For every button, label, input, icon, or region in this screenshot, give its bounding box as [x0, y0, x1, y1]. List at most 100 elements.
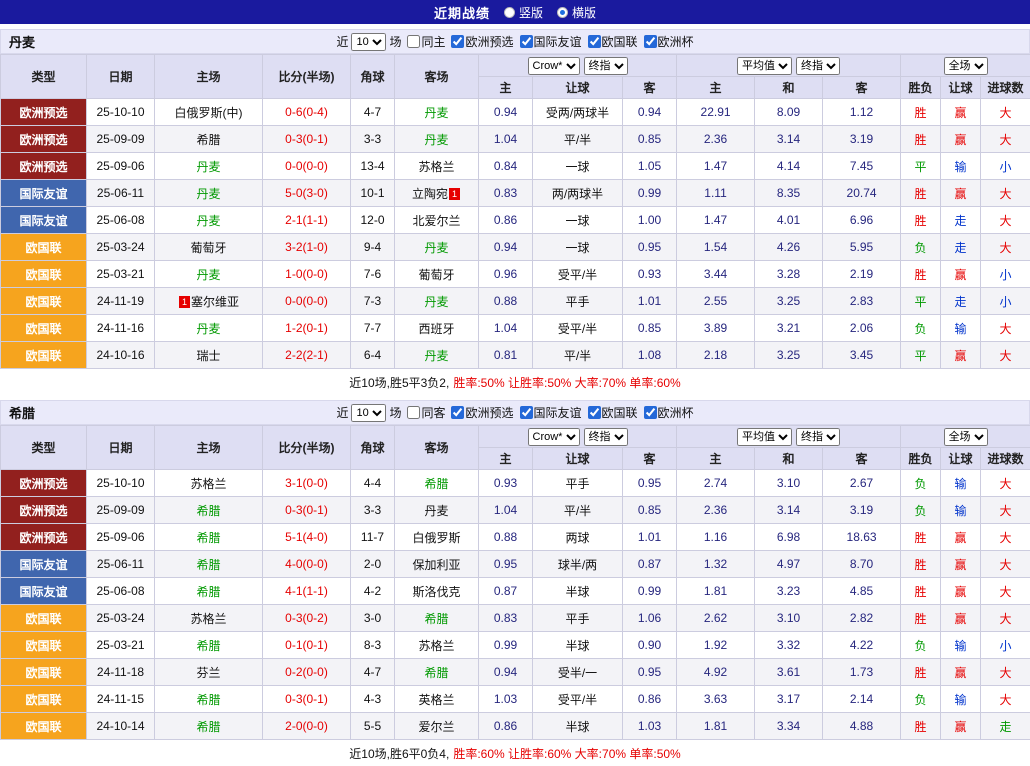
nations-league-checkbox-input[interactable]: [588, 406, 601, 419]
average-select[interactable]: 平均值: [737, 57, 792, 75]
result-handicap: 输: [941, 632, 981, 659]
same-home-checkbox-input[interactable]: [407, 35, 420, 48]
column-subheader: 主: [479, 448, 533, 470]
bookmaker-select[interactable]: Crow*: [528, 428, 580, 446]
away-team: 爱尔兰: [395, 713, 479, 740]
bookmaker-select[interactable]: Crow*: [528, 57, 580, 75]
handicap: 受平/半: [533, 315, 623, 342]
avg-away: 1.73: [823, 659, 901, 686]
away-odds: 0.86: [623, 686, 677, 713]
radio-icon: [557, 7, 568, 18]
euro-qualifier-checkbox[interactable]: 欧洲预选: [451, 33, 513, 50]
summary-record: 近10场,胜5平3负2,: [349, 376, 449, 390]
home-team-name: 希腊: [196, 585, 220, 599]
sections-container: 丹麦近10场同主欧洲预选国际友谊欧国联欧洲杯类型日期主场比分(半场)角球客场Cr…: [0, 29, 1030, 766]
same-home-checkbox[interactable]: 同主: [407, 33, 445, 50]
score: 0-3(0-1): [263, 126, 351, 153]
match-date: 24-10-16: [87, 342, 155, 369]
avg-home: 1.11: [677, 180, 755, 207]
recent-count-select[interactable]: 10: [351, 33, 386, 51]
fulltime-select[interactable]: 全场: [944, 428, 988, 446]
home-odds: 0.84: [479, 153, 533, 180]
match-date: 25-09-06: [87, 153, 155, 180]
nations-league-checkbox-input[interactable]: [588, 35, 601, 48]
home-team-name: 瑞士: [196, 349, 220, 363]
nations-league-checkbox[interactable]: 欧国联: [588, 33, 638, 50]
home-team-name: 希腊: [196, 720, 220, 734]
away-odds: 0.95: [623, 470, 677, 497]
score: 1-2(0-1): [263, 315, 351, 342]
same-away-checkbox[interactable]: 同客: [407, 404, 445, 421]
intl-friendly-checkbox-input[interactable]: [520, 35, 533, 48]
layout-option-horizontal[interactable]: 横版: [557, 4, 596, 21]
recent-count-select[interactable]: 10: [351, 404, 386, 422]
result-goals: 大: [981, 99, 1030, 126]
odds-stage-select[interactable]: 终指: [584, 428, 628, 446]
average-select[interactable]: 平均值: [737, 428, 792, 446]
avg-draw: 3.25: [755, 288, 823, 315]
result-handicap: 走: [941, 207, 981, 234]
home-team: 希腊: [155, 632, 263, 659]
away-team: 英格兰: [395, 686, 479, 713]
avg-draw: 3.61: [755, 659, 823, 686]
handicap: 半球: [533, 713, 623, 740]
result-wdl: 负: [901, 315, 941, 342]
away-team: 葡萄牙: [395, 261, 479, 288]
home-odds: 0.94: [479, 234, 533, 261]
home-odds: 0.88: [479, 524, 533, 551]
match-row: 国际友谊25-06-08希腊4-1(1-1)4-2斯洛伐克0.87半球0.991…: [1, 578, 1030, 605]
avg-home: 1.81: [677, 578, 755, 605]
home-team-name: 希腊: [196, 693, 220, 707]
match-row: 欧洲预选25-10-10苏格兰3-1(0-0)4-4希腊0.93平手0.952.…: [1, 470, 1030, 497]
column-subheader: 客: [623, 448, 677, 470]
euro-qualifier-checkbox-input[interactable]: [451, 35, 464, 48]
avg-home: 2.36: [677, 497, 755, 524]
column-header: 角球: [351, 426, 395, 470]
summary-line: 近10场,胜6平0负4,胜率:60% 让胜率:60% 大率:70% 单率:50%: [0, 740, 1030, 766]
handicap: 受半/一: [533, 659, 623, 686]
euro-cup-checkbox[interactable]: 欧洲杯: [644, 33, 694, 50]
average-stage-select[interactable]: 终指: [796, 428, 840, 446]
team-name: 丹麦: [1, 32, 79, 51]
odds-stage-select[interactable]: 终指: [584, 57, 628, 75]
nations-league-checkbox[interactable]: 欧国联: [588, 404, 638, 421]
match-date: 25-03-21: [87, 632, 155, 659]
euro-cup-checkbox-input[interactable]: [644, 35, 657, 48]
away-team-name: 丹麦: [424, 106, 448, 120]
avg-away: 4.85: [823, 578, 901, 605]
avg-home: 1.54: [677, 234, 755, 261]
intl-friendly-checkbox[interactable]: 国际友谊: [520, 404, 582, 421]
avg-draw: 8.09: [755, 99, 823, 126]
fulltime-select[interactable]: 全场: [944, 57, 988, 75]
layout-option-vertical[interactable]: 竖版: [504, 4, 543, 21]
away-odds: 1.01: [623, 288, 677, 315]
intl-friendly-checkbox-input[interactable]: [520, 406, 533, 419]
handicap: 平手: [533, 470, 623, 497]
odds-header-group: 平均值终指: [677, 426, 901, 448]
euro-qualifier-checkbox-input[interactable]: [451, 406, 464, 419]
home-team: 希腊: [155, 578, 263, 605]
corners: 3-0: [351, 605, 395, 632]
result-handicap: 赢: [941, 551, 981, 578]
column-subheader: 主: [677, 448, 755, 470]
away-team: 丹麦: [395, 126, 479, 153]
average-stage-select[interactable]: 终指: [796, 57, 840, 75]
away-team-name: 保加利亚: [412, 558, 460, 572]
home-team-name: 丹麦: [196, 160, 220, 174]
result-wdl: 负: [901, 470, 941, 497]
euro-qualifier-checkbox[interactable]: 欧洲预选: [451, 404, 513, 421]
checkbox-label: 欧洲预选: [465, 33, 513, 50]
avg-away: 18.63: [823, 524, 901, 551]
away-team-name: 斯洛伐克: [412, 585, 460, 599]
away-team-name: 丹麦: [424, 241, 448, 255]
handicap: 半球: [533, 578, 623, 605]
match-date: 24-11-19: [87, 288, 155, 315]
euro-cup-checkbox[interactable]: 欧洲杯: [644, 404, 694, 421]
result-goals: 小: [981, 632, 1030, 659]
same-away-checkbox-input[interactable]: [407, 406, 420, 419]
column-header: 日期: [87, 426, 155, 470]
euro-cup-checkbox-input[interactable]: [644, 406, 657, 419]
result-goals: 大: [981, 497, 1030, 524]
column-header: 主场: [155, 55, 263, 99]
intl-friendly-checkbox[interactable]: 国际友谊: [520, 33, 582, 50]
